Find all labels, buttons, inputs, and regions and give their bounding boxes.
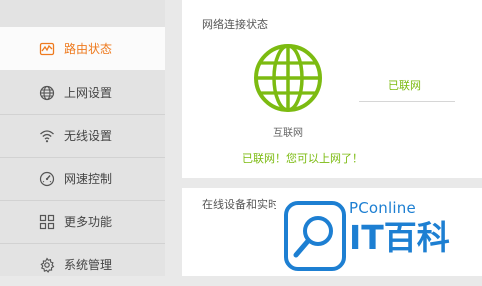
sidebar-item-speed-control[interactable]: 网速控制	[0, 157, 165, 200]
sidebar-item-label: 系统管理	[64, 258, 113, 272]
pulse-chart-icon	[38, 40, 56, 58]
sidebar-item-label: 网速控制	[64, 172, 113, 186]
gear-icon	[38, 256, 56, 274]
sidebar-item-label: 无线设置	[64, 129, 113, 143]
panel-title: 在线设备和实时	[202, 198, 279, 211]
globe-icon	[253, 43, 323, 117]
watermark-name: IT百科	[349, 218, 450, 257]
sidebar-item-system-management[interactable]: 系统管理	[0, 243, 165, 286]
internet-label: 互联网	[273, 128, 303, 139]
panel-title: 网络连接状态	[202, 18, 268, 31]
status-message: 已联网！您可以上网了！	[242, 152, 363, 165]
search-logo-icon	[284, 201, 346, 275]
sidebar-item-label: 路由状态	[64, 42, 113, 56]
connection-status: 已联网	[388, 79, 421, 92]
sidebar-item-wireless-settings[interactable]: 无线设置	[0, 114, 165, 157]
sidebar-item-label: 上网设置	[64, 86, 113, 100]
connection-line	[359, 101, 455, 102]
sidebar-item-more-features[interactable]: 更多功能	[0, 200, 165, 243]
sidebar-item-internet-settings[interactable]: 上网设置	[0, 71, 165, 114]
network-status-panel: 网络连接状态 互联网 已联网 已联网！您可以上网了！	[182, 0, 482, 178]
sidebar: 路由状态 上网设置 无线设置 网速控制 更多功能 系统管理	[0, 0, 165, 276]
grid-icon	[38, 213, 56, 231]
sidebar-item-router-status[interactable]: 路由状态	[0, 27, 165, 70]
globe-icon	[38, 84, 56, 102]
sidebar-item-label: 更多功能	[64, 215, 113, 229]
speedometer-icon	[38, 170, 56, 188]
wifi-icon	[38, 127, 56, 145]
watermark-brand: PConline	[349, 199, 416, 217]
